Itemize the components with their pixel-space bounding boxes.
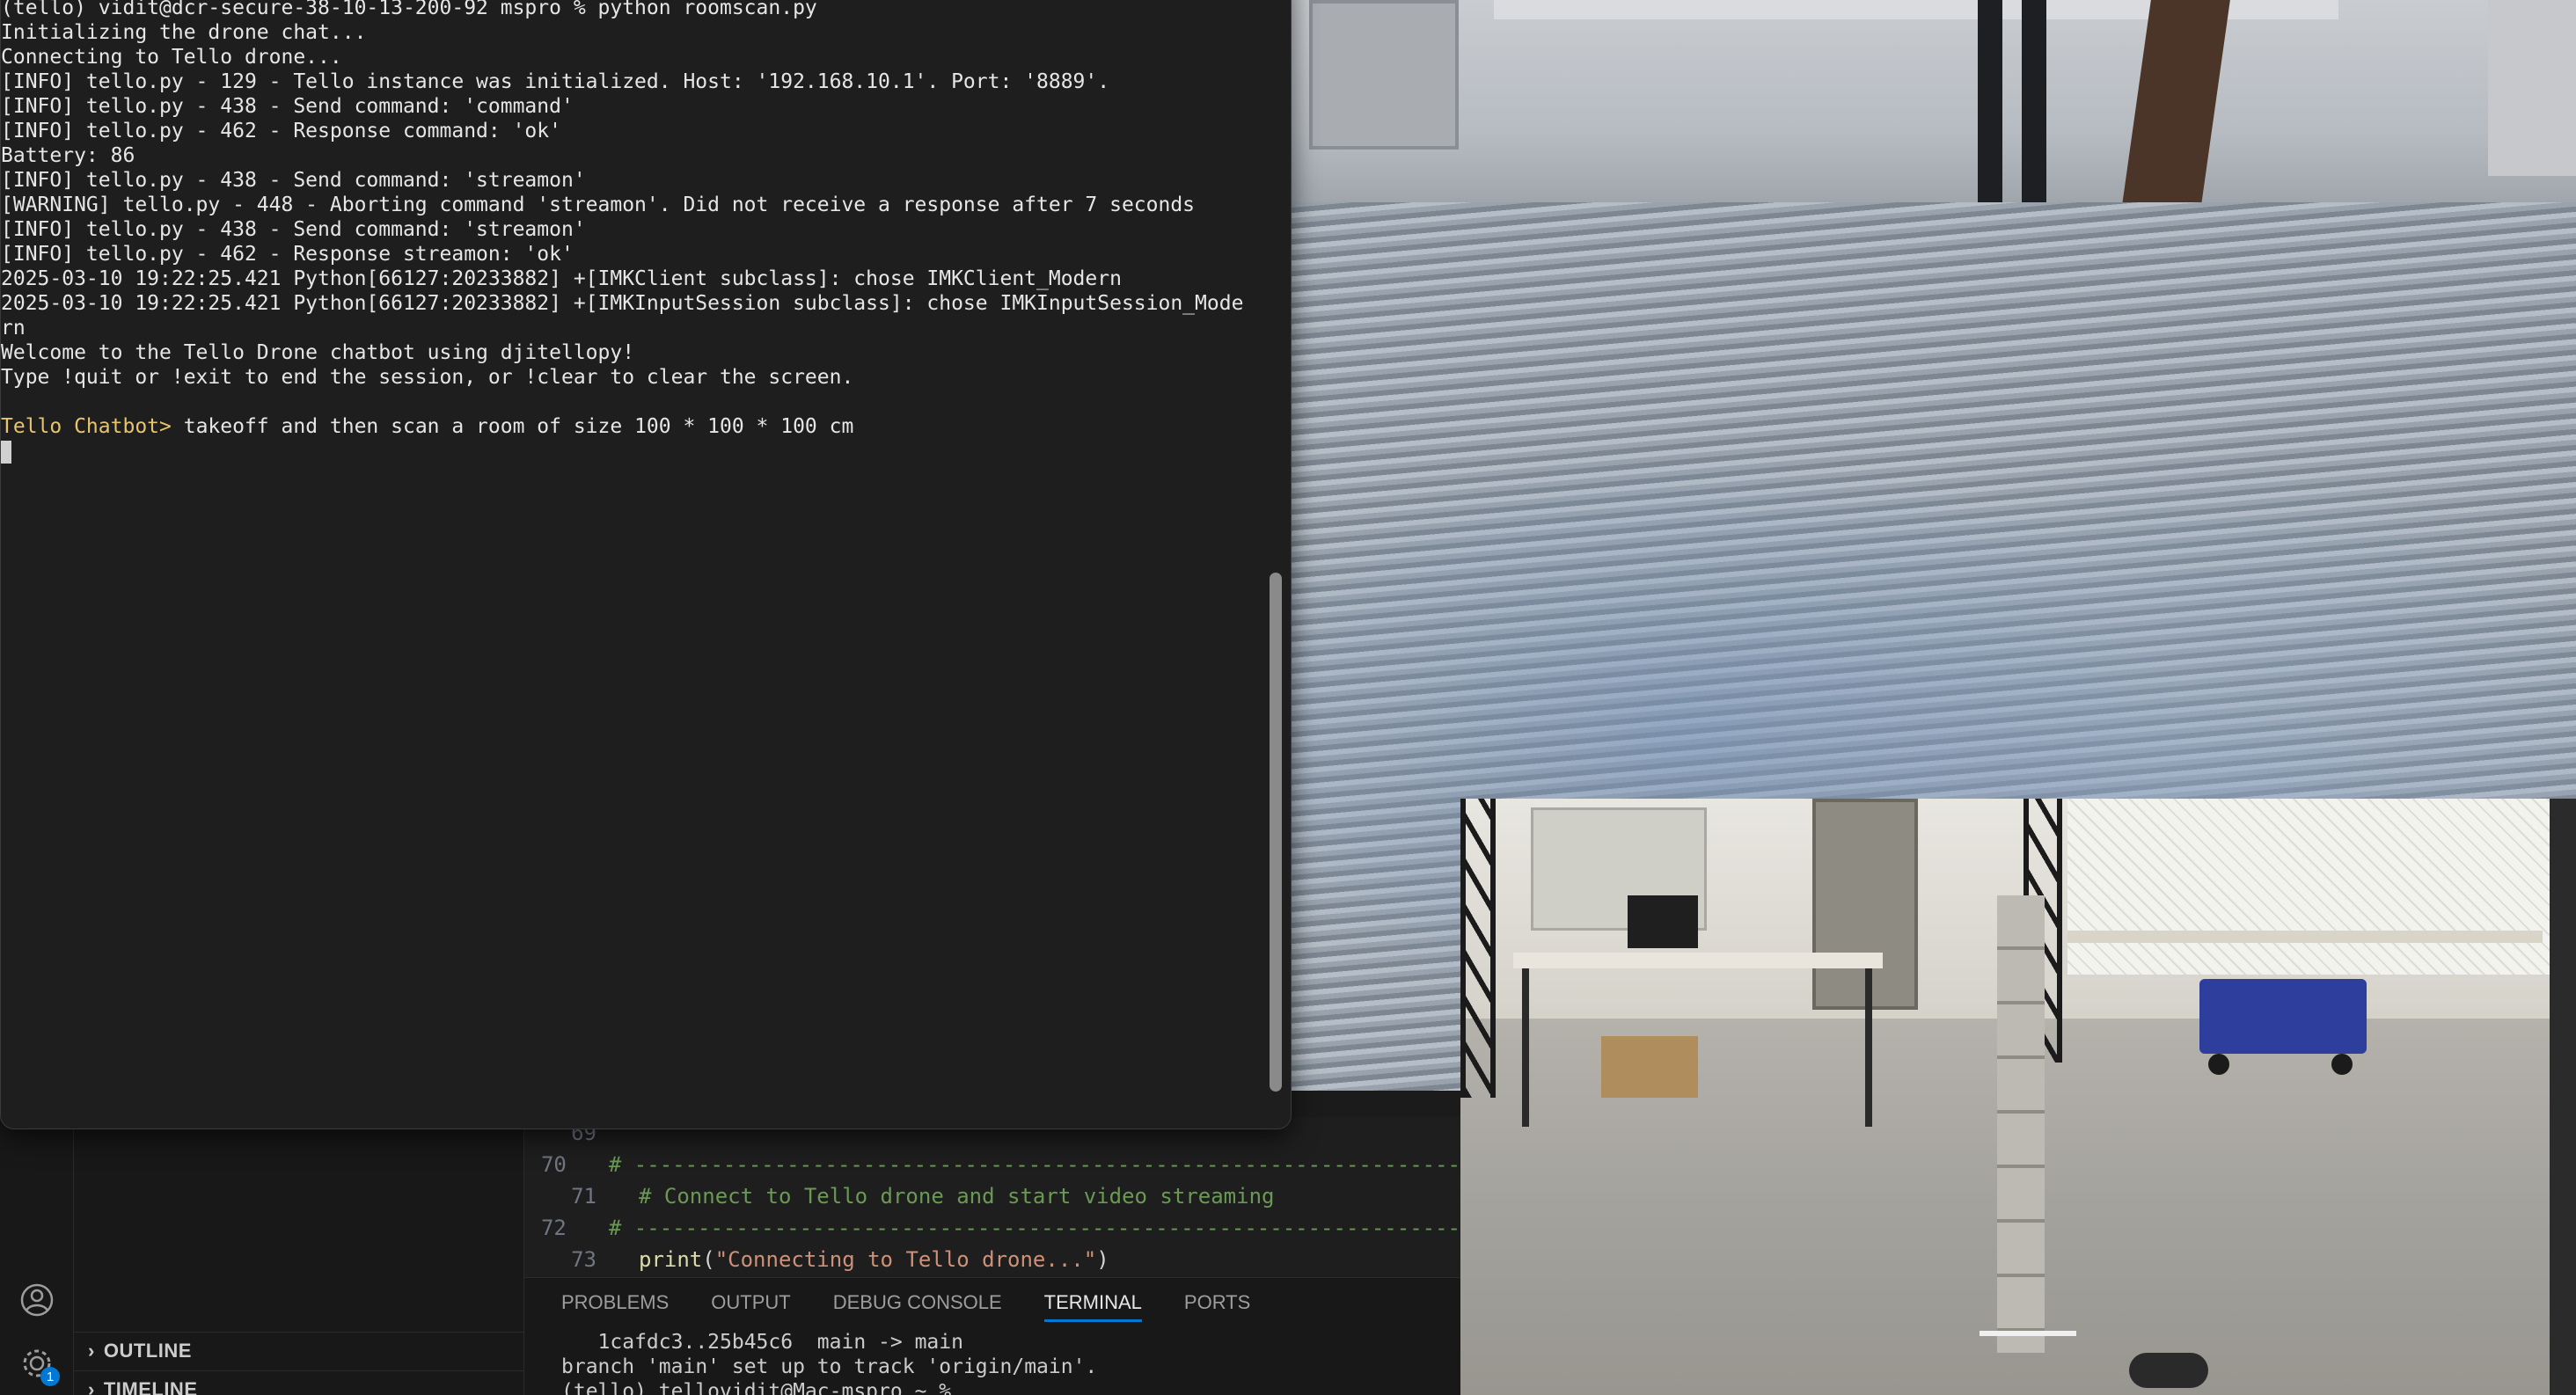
tab-problems[interactable]: PROBLEMS xyxy=(561,1278,669,1327)
line-number: 71 xyxy=(571,1184,596,1209)
terminal-line: 2025-03-10 19:22:25.421 Python[66127:202… xyxy=(1,267,1122,290)
sidebar-divider xyxy=(74,1370,524,1371)
tab-debug-console[interactable]: DEBUG CONSOLE xyxy=(833,1278,1002,1327)
terminal-line: Connecting to Tello drone... xyxy=(1,46,342,69)
terminal-line: Type !quit or !exit to end the session, … xyxy=(1,366,854,389)
chevron-right-icon: › xyxy=(88,1378,95,1395)
gear-icon[interactable]: 1 xyxy=(19,1346,60,1386)
panel-terminal-line[interactable]: (tello) tellovidit@Mac-mspro ~ % xyxy=(561,1380,963,1395)
terminal-line: Welcome to the Tello Drone chatbot using… xyxy=(1,341,635,364)
terminal-line: (tello) vidit@dcr-secure-38-10-13-200-92… xyxy=(1,0,817,19)
terminal-prompt-line[interactable]: Tello Chatbot> takeoff and then scan a r… xyxy=(1,414,1268,439)
sidebar-divider xyxy=(74,1332,524,1333)
truss-tower xyxy=(1460,799,1496,1098)
tab-terminal[interactable]: TERMINAL xyxy=(1043,1278,1143,1327)
terminal-line: 2025-03-10 19:22:25.421 Python[66127:202… xyxy=(1,292,1244,315)
text-cursor xyxy=(1,440,11,464)
account-icon[interactable] xyxy=(19,1282,55,1318)
terminal-line: [INFO] tello.py - 438 - Send command: 's… xyxy=(1,218,586,241)
monitor xyxy=(1628,895,1698,948)
sidebar-section-label: TIMELINE xyxy=(103,1378,198,1395)
terminal-line: [INFO] tello.py - 129 - Tello instance w… xyxy=(1,70,1110,93)
activity-bar: 1 xyxy=(0,1117,74,1395)
terminal-line: [INFO] tello.py - 438 - Send command: 's… xyxy=(1,169,586,192)
line-number: 72 xyxy=(540,1216,567,1240)
terminal-line: Battery: 86 xyxy=(1,144,135,167)
window-edge xyxy=(2550,799,2576,1395)
panel-tabs: PROBLEMS OUTPUT DEBUG CONSOLE TERMINAL P… xyxy=(561,1278,1250,1327)
terminal-cursor-line xyxy=(1,439,1268,464)
code-line: 73 print("Connecting to Tello drone...") xyxy=(524,1244,1460,1275)
terminal-line: Initializing the drone chat... xyxy=(1,21,367,44)
line-number: 70 xyxy=(540,1152,567,1177)
room-overview-feed xyxy=(1460,799,2550,1395)
notification-badge: 1 xyxy=(40,1367,60,1386)
terminal-line: rn xyxy=(1,317,26,340)
tab-ports[interactable]: PORTS xyxy=(1184,1278,1250,1327)
sidebar-section-outline[interactable]: › OUTLINE xyxy=(88,1333,192,1369)
terminal-line: [INFO] tello.py - 462 - Response streamo… xyxy=(1,243,574,266)
code-comment: # --------------------------------------… xyxy=(608,1152,1460,1177)
terminal-scrollbar[interactable] xyxy=(1270,573,1282,1092)
office-background xyxy=(1292,0,2576,220)
code-comment: # Connect to Tello drone and start video… xyxy=(639,1184,1275,1209)
sidebar-section-timeline[interactable]: › TIMELINE xyxy=(88,1372,198,1395)
tab-output[interactable]: OUTPUT xyxy=(711,1278,790,1327)
line-number: 73 xyxy=(571,1247,596,1272)
vscode-window: 1 › OUTLINE › TIMELINE 69 70 # ---------… xyxy=(0,1117,1460,1395)
code-paren: ( xyxy=(702,1247,715,1272)
bottom-panel: PROBLEMS OUTPUT DEBUG CONSOLE TERMINAL P… xyxy=(524,1277,1460,1395)
landing-marker xyxy=(1980,1331,2076,1336)
workbench xyxy=(2067,931,2543,943)
code-paren: ) xyxy=(1096,1247,1109,1272)
terminal-line: [WARNING] tello.py - 448 - Aborting comm… xyxy=(1,194,1196,216)
panel-terminal-line: branch 'main' set up to track 'origin/ma… xyxy=(561,1355,1098,1378)
desk xyxy=(1513,953,1883,968)
terminal-line: [INFO] tello.py - 438 - Send command: 'c… xyxy=(1,95,574,118)
panel-terminal-line: 1cafdc3..25b45c6 main -> main xyxy=(561,1331,963,1354)
cardboard-box xyxy=(1601,1036,1698,1098)
blue-wagon xyxy=(2199,979,2367,1054)
code-line: 72 # -----------------------------------… xyxy=(524,1212,1460,1244)
drone xyxy=(2129,1353,2208,1388)
chatbot-prompt: Tello Chatbot> xyxy=(1,415,172,438)
code-function: print xyxy=(639,1247,703,1272)
code-line: 70 # -----------------------------------… xyxy=(524,1149,1460,1180)
code-string: "Connecting to Tello drone..." xyxy=(714,1247,1097,1272)
code-editor[interactable]: 69 70 # --------------------------------… xyxy=(524,1117,1460,1277)
code-comment: # --------------------------------------… xyxy=(608,1216,1460,1240)
stacked-blocks xyxy=(1997,895,2045,1353)
sidebar: › OUTLINE › TIMELINE xyxy=(74,1117,524,1395)
terminal-window[interactable]: (tello) vidit@dcr-secure-38-10-13-200-92… xyxy=(0,0,1292,1129)
chevron-right-icon: › xyxy=(88,1340,95,1362)
terminal-output: (tello) vidit@dcr-secure-38-10-13-200-92… xyxy=(1,0,1268,1128)
terminal-line: [INFO] tello.py - 462 - Response command… xyxy=(1,120,561,142)
code-line: 71 # Connect to Tello drone and start vi… xyxy=(524,1180,1460,1212)
chatbot-input[interactable]: takeoff and then scan a room of size 100… xyxy=(172,415,854,438)
sidebar-section-label: OUTLINE xyxy=(103,1340,192,1362)
